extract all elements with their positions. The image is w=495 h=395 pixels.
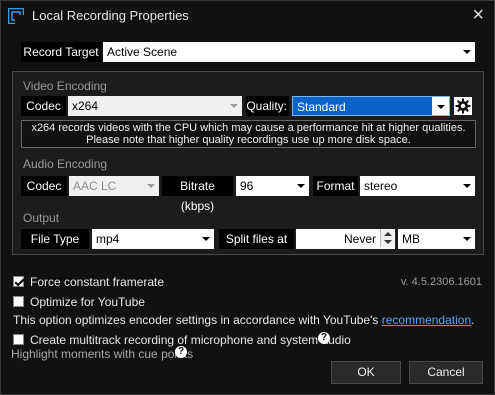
force-cfr-checkbox[interactable] <box>13 276 24 287</box>
app-logo-icon <box>8 8 24 24</box>
optimize-youtube-label: Optimize for YouTube <box>30 295 145 309</box>
spin-down-icon[interactable] <box>384 240 392 244</box>
bitrate-value: 96 <box>240 179 254 193</box>
format-label: Format <box>313 176 358 196</box>
optimize-youtube-checkbox[interactable] <box>13 296 24 307</box>
title-bar: Local Recording Properties × <box>1 1 494 31</box>
chevron-down-icon <box>458 42 475 62</box>
spin-up-icon[interactable] <box>384 232 392 236</box>
file-type-value: mp4 <box>96 232 120 246</box>
window-title: Local Recording Properties <box>32 8 189 23</box>
quality-select[interactable]: Standard <box>292 96 450 116</box>
record-target-select[interactable]: Active Scene <box>103 42 475 62</box>
encoder-note-line2: Please note that higher quality recordin… <box>86 134 411 146</box>
file-type-label: File Type <box>21 229 89 249</box>
format-value: stereo <box>364 179 398 193</box>
record-target-label: Record Target <box>21 42 101 62</box>
version-label: v. 4.5.2306.1601 <box>400 276 482 288</box>
multitrack-checkbox[interactable] <box>13 334 24 345</box>
encoder-note-line1: x264 records videos with the CPU which m… <box>31 122 466 134</box>
cancel-button[interactable]: Cancel <box>409 361 483 384</box>
bitrate-select[interactable]: 96 <box>236 176 309 196</box>
audio-codec-value: AAC LC <box>73 179 117 193</box>
youtube-note-suffix: . <box>471 313 475 327</box>
bitrate-label: Bitrate (kbps) <box>162 176 233 213</box>
quality-value: Standard <box>297 100 346 114</box>
audio-codec-label: Codec <box>21 176 67 196</box>
chevron-down-icon <box>458 176 475 196</box>
output-header: Output <box>23 211 60 225</box>
chevron-down-icon <box>142 176 159 196</box>
chevron-down-icon <box>225 96 242 116</box>
help-icon[interactable]: ? <box>175 346 187 358</box>
audio-encoding-header: Audio Encoding <box>23 157 108 171</box>
help-icon[interactable]: ? <box>318 332 330 344</box>
split-unit-value: MB <box>402 232 420 246</box>
video-codec-label: Codec <box>21 96 66 116</box>
split-unit-select[interactable]: MB <box>398 229 475 249</box>
chevron-down-icon <box>432 97 449 115</box>
gear-icon <box>455 98 471 114</box>
force-cfr-label: Force constant framerate <box>30 275 165 289</box>
video-codec-select[interactable]: x264 <box>68 96 242 116</box>
video-codec-value: x264 <box>72 99 99 113</box>
split-spinner[interactable] <box>380 229 394 247</box>
split-files-label: Split files at <box>219 229 294 249</box>
encoder-settings-button[interactable] <box>454 97 472 115</box>
recommendation-link[interactable]: recommendation <box>382 313 471 327</box>
video-encoding-header: Video Encoding <box>23 79 107 93</box>
multitrack-label: Create multitrack recording of microphon… <box>30 333 351 347</box>
chevron-down-icon <box>197 229 214 249</box>
chevron-down-icon <box>292 176 309 196</box>
format-select[interactable]: stereo <box>360 176 475 196</box>
chevron-down-icon <box>458 229 475 249</box>
quality-label: Quality: <box>246 96 289 116</box>
file-type-select[interactable]: mp4 <box>92 229 214 249</box>
cue-points-label: Highlight moments with cue points <box>11 347 194 361</box>
properties-window: Local Recording Properties × Record Targ… <box>0 0 495 395</box>
audio-codec-select[interactable]: AAC LC <box>69 176 159 196</box>
split-files-value: Never <box>343 232 376 246</box>
youtube-note-prefix: This option optimizes encoder settings i… <box>13 313 382 327</box>
youtube-note: This option optimizes encoder settings i… <box>13 313 474 327</box>
encoder-note: x264 records videos with the CPU which m… <box>21 120 476 148</box>
ok-button[interactable]: OK <box>331 361 401 384</box>
close-icon[interactable]: × <box>472 4 484 26</box>
record-target-value: Active Scene <box>107 45 178 59</box>
